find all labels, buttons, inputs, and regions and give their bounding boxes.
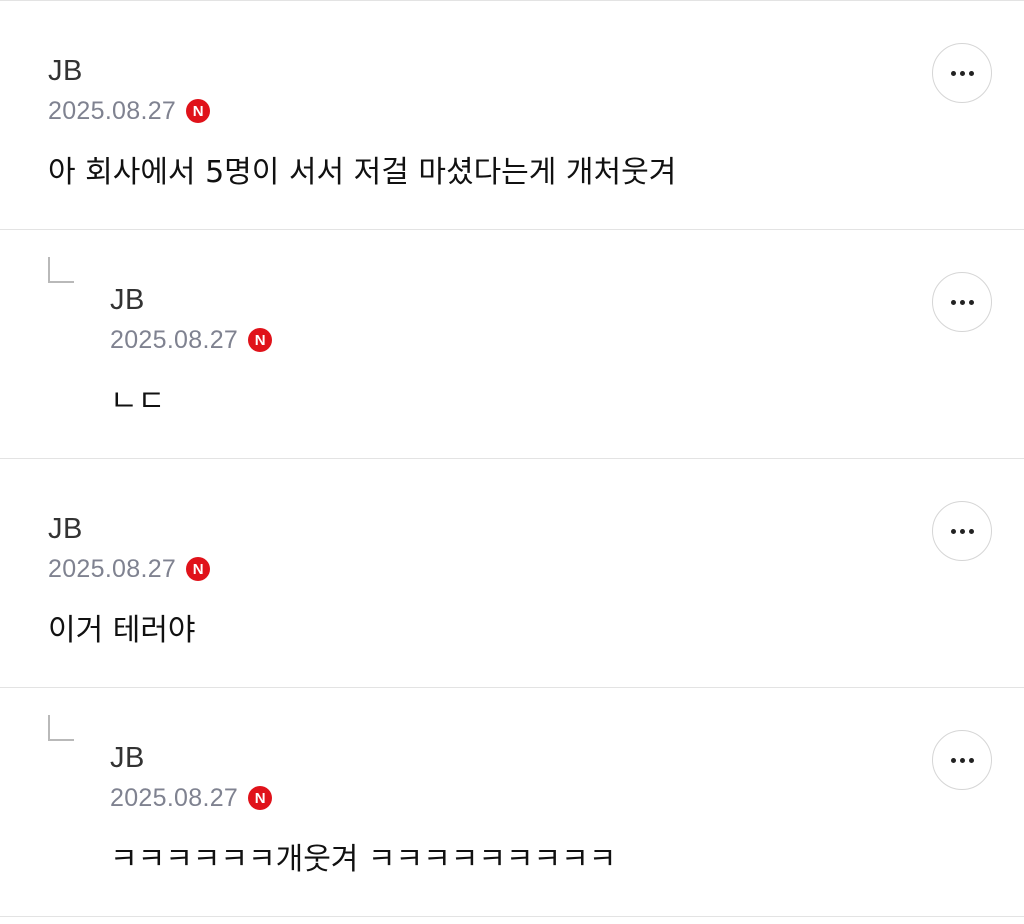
comment-content: JB 2025.08.27 N ㅋㅋㅋㅋㅋㅋ개웃겨 ㅋㅋㅋㅋㅋㅋㅋㅋㅋ [110,738,904,880]
comment-date: 2025.08.27 [48,96,177,125]
more-options-button[interactable] [932,43,992,103]
reply-item: JB 2025.08.27 N ㅋㅋㅋㅋㅋㅋ개웃겨 ㅋㅋㅋㅋㅋㅋㅋㅋㅋ [0,688,1024,917]
comment-content: JB 2025.08.27 N 이거 테러야 [48,509,904,651]
more-options-button[interactable] [932,272,992,332]
comment-text: ㅋㅋㅋㅋㅋㅋ개웃겨 ㅋㅋㅋㅋㅋㅋㅋㅋㅋ [110,842,617,877]
reply-arrow-icon [48,715,74,741]
comment-item: JB 2025.08.27 N 이거 테러야 [0,459,1024,688]
comment-text: ㄴㄷ [110,384,166,419]
more-horizontal-icon [950,70,974,76]
comment-author[interactable]: JB [48,51,904,91]
comment-content: JB 2025.08.27 N 아 회사에서 5명이 서서 저걸 마셨다는게 개… [48,51,904,193]
comment-author[interactable]: JB [110,280,904,320]
comment-text: 아 회사에서 5명이 서서 저걸 마셨다는게 개처웃겨 [48,155,677,190]
comment-meta: 2025.08.27 N [48,549,904,589]
new-badge-icon: N [186,99,211,123]
comment-date: 2025.08.27 [110,325,239,354]
comment-list: JB 2025.08.27 N 아 회사에서 5명이 서서 저걸 마셨다는게 개… [0,0,1024,924]
more-horizontal-icon [950,528,974,534]
more-options-button[interactable] [932,501,992,561]
comment-date: 2025.08.27 [48,554,177,583]
comment-meta: 2025.08.27 N [110,778,904,818]
new-badge-icon: N [248,786,273,810]
new-badge-icon: N [186,557,211,581]
more-options-button[interactable] [932,730,992,790]
new-badge-icon: N [248,328,273,352]
comment-author[interactable]: JB [110,738,904,778]
comment-item: JB 2025.08.27 N 아 회사에서 5명이 서서 저걸 마셨다는게 개… [0,1,1024,230]
comment-text: 이거 테러야 [48,613,196,648]
more-horizontal-icon [950,757,974,763]
comment-meta: 2025.08.27 N [48,91,904,131]
comment-date: 2025.08.27 [110,783,239,812]
comment-meta: 2025.08.27 N [110,320,904,360]
more-horizontal-icon [950,299,974,305]
comment-author[interactable]: JB [48,509,904,549]
reply-item: JB 2025.08.27 N ㄴㄷ [0,230,1024,459]
reply-arrow-icon [48,257,74,283]
comment-content: JB 2025.08.27 N ㄴㄷ [110,280,904,422]
